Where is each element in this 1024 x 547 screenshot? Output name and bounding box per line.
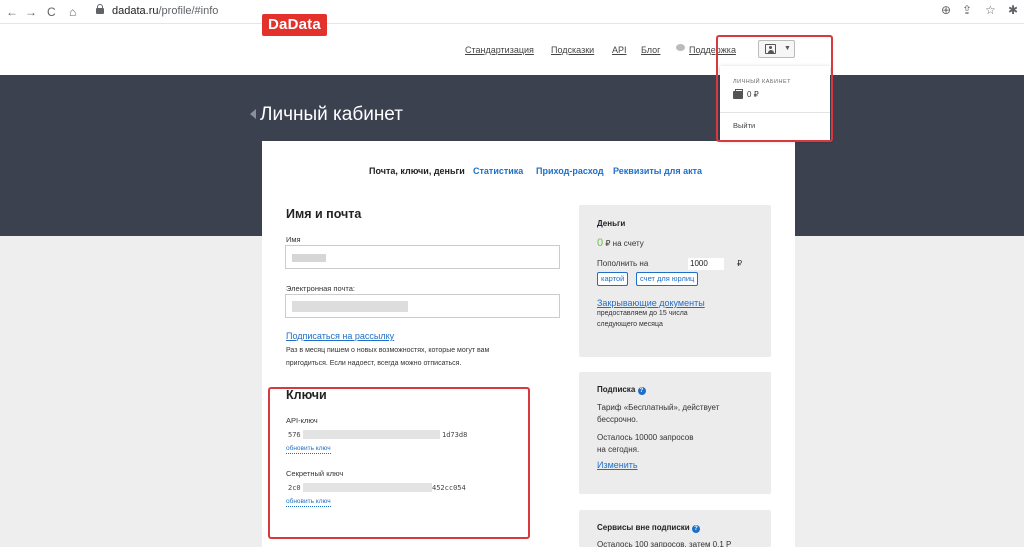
dropdown-divider	[720, 112, 830, 113]
redacted-name	[292, 254, 326, 262]
secret-key-suffix: 452cc054	[432, 484, 466, 492]
tab-label: Реквизиты для акта	[613, 166, 703, 176]
tab-income-expense[interactable]: Приход-расход	[536, 166, 604, 176]
forward-icon[interactable]: →	[25, 3, 37, 21]
tab-act-details[interactable]: Реквизиты для акта	[613, 166, 702, 176]
name-email-heading: Имя и почта	[286, 207, 362, 221]
url-path: /profile/#info	[158, 5, 219, 17]
money-title: Деньги	[597, 219, 626, 228]
reload-icon[interactable]: C	[47, 3, 56, 21]
secret-key-redacted	[303, 483, 432, 492]
nav-api[interactable]: API	[612, 45, 627, 55]
docs-note-2: следующего месяца	[597, 321, 663, 328]
secret-key-prefix: 2c0	[288, 484, 301, 492]
remaining-text-2: на сегодня.	[597, 445, 640, 454]
services-text: Осталось 100 запросов, затем 0,1 Р	[597, 540, 732, 547]
help-icon[interactable]: ?	[691, 525, 700, 533]
subscribe-text-1: Раз в месяц пишем о новых возможностях, …	[286, 347, 490, 354]
name-field[interactable]	[285, 245, 560, 269]
balance-text: ₽ на счету	[605, 239, 644, 248]
tab-label: Статистика	[473, 166, 524, 176]
nav-support[interactable]: Поддержка	[689, 45, 736, 55]
redacted-email	[292, 301, 408, 312]
chat-bubble-icon	[676, 44, 685, 51]
zoom-icon[interactable]: ⊕	[941, 3, 951, 17]
user-menu-button[interactable]: ▼	[758, 40, 795, 58]
address-bar[interactable]: dadata.ru/profile/#info	[112, 4, 218, 18]
browser-toolbar: ← → C ⌂ dadata.ru/profile/#info ⊕ ⇪ ☆ ✱	[0, 0, 1024, 24]
url-host: dadata.ru	[112, 5, 159, 17]
nav-blog[interactable]: Блог	[641, 45, 660, 55]
topup-label: Пополнить на	[597, 259, 649, 268]
back-arrow-icon[interactable]	[250, 109, 256, 119]
api-key-label: API-ключ	[286, 416, 318, 425]
nav-standardization[interactable]: Стандартизация	[465, 45, 534, 55]
change-subscription-link[interactable]: Изменить	[597, 460, 638, 470]
lock-icon	[96, 4, 104, 14]
topup-currency: ₽	[737, 259, 743, 268]
dropdown-balance[interactable]: 0 ₽	[747, 90, 759, 99]
secret-key-label: Секретный ключ	[286, 469, 344, 478]
balance-line: 0 ₽ на счету	[597, 237, 644, 250]
subscription-title-text: Подписка	[597, 385, 636, 394]
services-title: Сервисы вне подписки ?	[597, 523, 700, 533]
remaining-text-1: Осталось 10000 запросов	[597, 433, 694, 442]
help-icon[interactable]: ?	[637, 387, 646, 395]
subscribe-text-2: пригодиться. Если надоест, всегда можно …	[286, 360, 462, 367]
tariff-text-2: бессрочно.	[597, 415, 638, 424]
api-key-suffix: 1d73d8	[442, 431, 468, 439]
back-icon[interactable]: ←	[6, 3, 18, 21]
refresh-api-key-link[interactable]: обновить ключ	[286, 444, 331, 454]
api-key-redacted	[303, 430, 440, 439]
extensions-icon[interactable]: ✱	[1008, 3, 1018, 17]
tab-label: Почта, ключи, деньги	[369, 166, 465, 176]
balance-value: 0	[597, 237, 604, 249]
name-label: Имя	[286, 235, 301, 244]
invoice-button[interactable]: счет для юрлиц	[636, 272, 699, 286]
tab-label: Приход-расход	[536, 166, 604, 176]
share-icon[interactable]: ⇪	[962, 3, 972, 17]
dropdown-section-label: ЛИЧНЫЙ КАБИНЕТ	[733, 79, 791, 85]
tab-statistics[interactable]: Статистика	[473, 166, 523, 176]
dadata-logo[interactable]: DaData	[262, 14, 327, 36]
tariff-text-1: Тариф «Бесплатный», действует	[597, 403, 720, 412]
email-label: Электронная почта:	[286, 284, 356, 293]
user-icon	[765, 44, 776, 54]
api-key-prefix: 576	[288, 431, 301, 439]
subscription-title: Подписка ?	[597, 385, 646, 395]
refresh-secret-key-link[interactable]: обновить ключ	[286, 497, 331, 507]
email-field[interactable]	[285, 294, 560, 318]
nav-suggestions[interactable]: Подсказки	[551, 45, 594, 55]
caret-down-icon: ▼	[784, 45, 791, 52]
topup-amount-input[interactable]: 1000	[688, 258, 724, 270]
closing-documents-link[interactable]: Закрывающие документы	[597, 298, 705, 308]
page-title: Личный кабинет	[260, 104, 403, 125]
wallet-icon	[733, 89, 743, 99]
tab-mail-keys-money[interactable]: Почта, ключи, деньги	[369, 166, 465, 176]
keys-heading: Ключи	[286, 388, 327, 402]
logout-menu-item[interactable]: Выйти	[733, 121, 755, 130]
services-title-text: Сервисы вне подписки	[597, 523, 690, 532]
home-icon[interactable]: ⌂	[69, 3, 76, 21]
bookmark-star-icon[interactable]: ☆	[985, 3, 996, 17]
subscribe-link[interactable]: Подписаться на рассылку	[286, 331, 394, 341]
pay-by-card-button[interactable]: картой	[597, 272, 629, 286]
